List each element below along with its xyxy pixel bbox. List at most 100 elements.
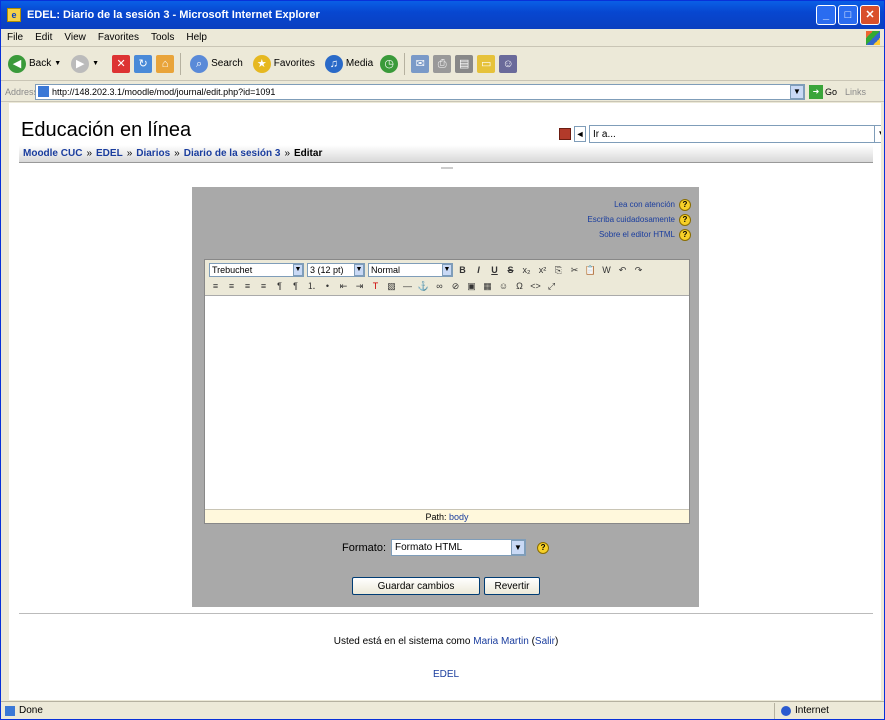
search-button[interactable]: ⌕ Search xyxy=(187,54,246,73)
breadcrumb-current: Editar xyxy=(294,148,323,159)
anchor-icon[interactable]: ⚓ xyxy=(417,280,430,293)
jump-to-menu: ◄ Ir a... ▼ xyxy=(559,125,883,143)
menu-help[interactable]: Help xyxy=(186,32,207,43)
menu-favorites[interactable]: Favorites xyxy=(98,32,139,43)
messenger-icon[interactable]: ☺ xyxy=(499,54,518,73)
html-source-icon[interactable]: <> xyxy=(529,280,542,293)
previous-activity-button[interactable]: ◄ xyxy=(574,126,586,142)
format-row: Formato: Formato HTML ▼ ? xyxy=(342,539,550,556)
format-select[interactable]: Formato HTML ▼ xyxy=(391,539,527,556)
star-icon: ★ xyxy=(252,54,271,73)
course-home: EDEL xyxy=(9,669,883,680)
links-toolbar[interactable]: Links xyxy=(845,87,866,97)
subscript-icon[interactable]: x₂ xyxy=(520,264,533,277)
smiley-icon[interactable]: ☺ xyxy=(497,280,510,293)
back-button[interactable]: ◀ Back ▼ xyxy=(5,54,64,73)
browser-window: e EDEL: Diario de la sesión 3 - Microsof… xyxy=(0,0,885,720)
page-scrollbar[interactable] xyxy=(881,103,883,700)
login-info: Usted está en el sistema como Maria Mart… xyxy=(333,636,559,647)
help-icon[interactable]: ? xyxy=(679,228,691,241)
horizontal-rule-icon[interactable]: — xyxy=(401,280,414,293)
font-select[interactable]: Trebuchet ▼ xyxy=(209,263,304,277)
breadcrumb-diario-sesion-3[interactable]: Diario de la sesión 3 xyxy=(184,148,281,159)
copy-icon[interactable]: ⎘ xyxy=(552,264,565,277)
favorites-button[interactable]: ★ Favorites xyxy=(250,54,318,73)
special-char-icon[interactable]: Ω xyxy=(513,280,526,293)
menu-view[interactable]: View xyxy=(64,32,86,43)
unordered-list-icon[interactable]: • xyxy=(321,280,334,293)
media-button[interactable]: ♫ Media xyxy=(322,54,376,73)
align-center-icon[interactable]: ≡ xyxy=(225,280,238,293)
revert-button[interactable]: Revertir xyxy=(484,577,540,595)
help-links: Lea con atención? Escriba cuidadosamente… xyxy=(587,197,691,242)
minimize-button[interactable]: _ xyxy=(816,5,836,25)
justify-icon[interactable]: ≡ xyxy=(257,280,270,293)
refresh-icon[interactable]: ↻ xyxy=(134,54,153,73)
text-color-icon[interactable]: T xyxy=(369,280,382,293)
address-dropdown-icon[interactable]: ▼ xyxy=(790,84,804,99)
jump-to-select[interactable]: Ir a... ▼ xyxy=(589,125,883,143)
help-html-editor-link[interactable]: Sobre el editor HTML xyxy=(599,227,675,242)
save-button[interactable]: Guardar cambios xyxy=(352,577,480,595)
status-text: Done xyxy=(19,705,43,716)
stop-icon[interactable]: ✕ xyxy=(112,54,131,73)
address-input[interactable]: http://148.202.3.1/moodle/mod/journal/ed… xyxy=(35,83,805,100)
ltr-icon[interactable]: ¶ xyxy=(273,280,286,293)
edit-page-icon[interactable]: ▤ xyxy=(455,54,474,73)
print-icon[interactable]: ⎙ xyxy=(433,54,452,73)
outdent-icon[interactable]: ⇤ xyxy=(337,280,350,293)
forward-button[interactable]: ▶ ▼ xyxy=(68,54,102,73)
home-icon[interactable]: ⌂ xyxy=(156,54,175,73)
size-select[interactable]: 3 (12 pt) ▼ xyxy=(307,263,365,277)
editor-path-bar: Path: body xyxy=(205,509,689,523)
go-button[interactable]: ➜ Go xyxy=(809,84,837,99)
indent-icon[interactable]: ⇥ xyxy=(353,280,366,293)
page-content: Educación en línea ◄ Ir a... ▼ Moodle CU… xyxy=(9,103,883,700)
superscript-icon[interactable]: x² xyxy=(536,264,549,277)
help-icon[interactable]: ? xyxy=(679,213,691,226)
chevron-down-icon: ▼ xyxy=(92,60,100,67)
menu-edit[interactable]: Edit xyxy=(35,32,52,43)
site-title: Educación en línea xyxy=(21,119,192,141)
align-right-icon[interactable]: ≡ xyxy=(241,280,254,293)
background-color-icon[interactable]: ▧ xyxy=(385,280,398,293)
history-icon[interactable]: ◷ xyxy=(380,54,399,73)
menu-file[interactable]: File xyxy=(7,32,23,43)
table-icon[interactable]: ▦ xyxy=(481,280,494,293)
help-icon[interactable]: ? xyxy=(537,541,550,554)
breadcrumb-edel[interactable]: EDEL xyxy=(96,148,123,159)
mail-icon[interactable]: ✉ xyxy=(411,54,430,73)
style-select[interactable]: Normal ▼ xyxy=(368,263,453,277)
clean-word-icon[interactable]: W xyxy=(600,264,613,277)
rtl-icon[interactable]: ¶ xyxy=(289,280,302,293)
image-icon[interactable]: ▣ xyxy=(465,280,478,293)
paste-icon[interactable]: 📋 xyxy=(584,264,597,277)
breadcrumb-diarios[interactable]: Diarios xyxy=(136,148,170,159)
help-write-link[interactable]: Escriba cuidadosamente xyxy=(587,212,675,227)
strikethrough-icon[interactable]: S xyxy=(504,264,517,277)
close-button[interactable]: ✕ xyxy=(860,5,880,25)
unlink-icon[interactable]: ⊘ xyxy=(449,280,462,293)
breadcrumb-moodle-cuc[interactable]: Moodle CUC xyxy=(23,148,82,159)
maximize-button[interactable]: □ xyxy=(838,5,858,25)
cut-icon[interactable]: ✂ xyxy=(568,264,581,277)
help-read-link[interactable]: Lea con atención xyxy=(614,197,675,212)
undo-icon[interactable]: ↶ xyxy=(616,264,629,277)
windows-logo-icon xyxy=(866,31,880,45)
logout-link[interactable]: Salir xyxy=(535,636,555,647)
help-icon[interactable]: ? xyxy=(679,198,691,211)
ordered-list-icon[interactable]: ⒈ xyxy=(305,280,318,293)
bold-icon[interactable]: B xyxy=(456,264,469,277)
align-left-icon[interactable]: ≡ xyxy=(209,280,222,293)
italic-icon[interactable]: I xyxy=(472,264,485,277)
fullscreen-icon[interactable]: ⤢ xyxy=(545,280,558,293)
user-profile-link[interactable]: Maria Martin xyxy=(473,636,529,647)
course-home-link[interactable]: EDEL xyxy=(433,669,459,680)
redo-icon[interactable]: ↷ xyxy=(632,264,645,277)
link-icon[interactable]: ∞ xyxy=(433,280,446,293)
folder-icon[interactable]: ▭ xyxy=(477,54,496,73)
menu-tools[interactable]: Tools xyxy=(151,32,174,43)
path-body-link[interactable]: body xyxy=(449,512,469,522)
editor-text-area[interactable] xyxy=(205,297,689,515)
underline-icon[interactable]: U xyxy=(488,264,501,277)
